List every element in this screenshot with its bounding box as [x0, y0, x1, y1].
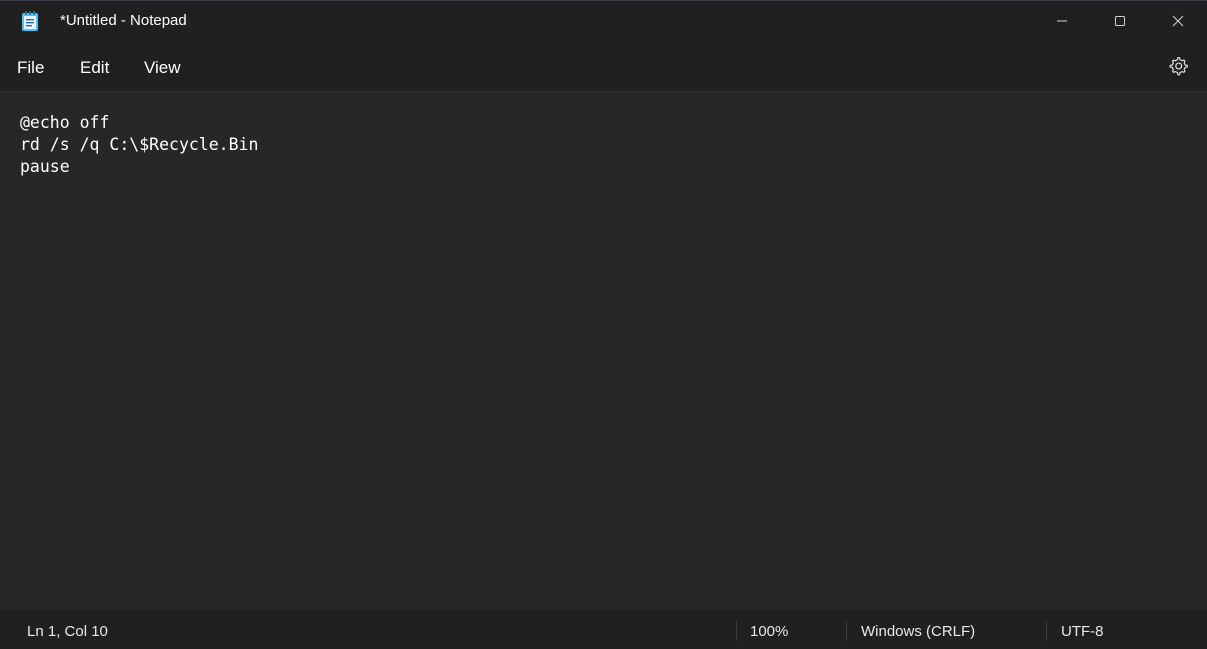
menu-bar: File Edit View: [0, 49, 1207, 87]
close-icon: [1172, 15, 1184, 27]
menu-view[interactable]: View: [144, 58, 181, 78]
minimize-icon: [1057, 20, 1067, 22]
editor-content[interactable]: @echo off rd /s /q C:\$Recycle.Bin pause: [20, 112, 258, 178]
close-button[interactable]: [1149, 1, 1207, 41]
status-bar: Ln 1, Col 10 100% Windows (CRLF) UTF-8: [0, 611, 1207, 649]
title-bar[interactable]: *Untitled - Notepad: [0, 1, 1207, 41]
window-controls: [1033, 1, 1207, 41]
status-divider: [846, 621, 847, 641]
window-title: *Untitled - Notepad: [60, 12, 187, 29]
line-ending: Windows (CRLF): [861, 623, 976, 640]
text-editor[interactable]: @echo off rd /s /q C:\$Recycle.Bin pause: [0, 91, 1207, 610]
settings-button[interactable]: [1167, 55, 1189, 77]
menu-edit[interactable]: Edit: [80, 58, 109, 78]
gear-icon: [1169, 56, 1188, 76]
status-divider: [736, 621, 737, 641]
cursor-position: Ln 1, Col 10: [27, 623, 108, 640]
maximize-icon: [1115, 16, 1125, 26]
notepad-window: *Untitled - Notepad File Edit View @echo…: [0, 0, 1207, 649]
status-divider: [1046, 621, 1047, 641]
menu-file[interactable]: File: [17, 58, 44, 78]
zoom-level: 100%: [750, 623, 789, 640]
maximize-button[interactable]: [1091, 1, 1149, 41]
encoding: UTF-8: [1061, 623, 1104, 640]
minimize-button[interactable]: [1033, 1, 1091, 41]
notepad-icon: [21, 10, 39, 32]
